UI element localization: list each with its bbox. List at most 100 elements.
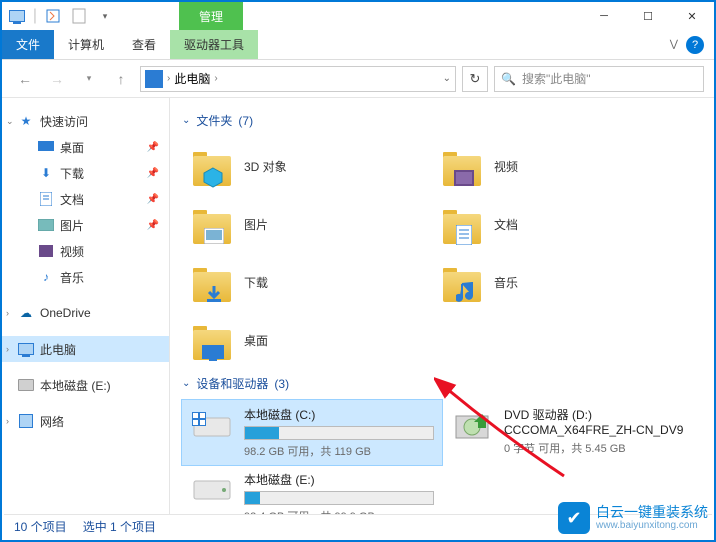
status-item-count: 10 个项目 [14,518,67,535]
qat-new-icon[interactable] [68,5,90,27]
folder-icon [440,144,484,188]
folder-label: 音乐 [494,274,518,291]
drive-stats: 0 字节 可用，共 5.45 GB [504,440,694,456]
drive-usage-bar [244,491,434,505]
star-icon: ★ [18,113,34,129]
pin-icon: 📌 [147,168,159,179]
folder-icon [440,202,484,246]
breadcrumb[interactable]: › 此电脑 › ⌄ [140,66,456,92]
folder-icon [190,260,234,304]
expand-caret-icon[interactable]: ⌄ [6,116,16,127]
minimize-button[interactable]: ─ [582,2,626,30]
documents-icon [38,191,54,207]
chevron-down-icon: ⌄ [182,115,190,126]
sidebar-this-pc[interactable]: › 此电脑 [2,336,169,362]
sidebar-quick-access[interactable]: ⌄ ★ 快速访问 [2,108,169,134]
folder-item[interactable]: 视频 [432,137,682,195]
music-icon: ♪ [38,269,54,285]
group-devices-header[interactable]: ⌄ 设备和驱动器 (3) [182,375,702,392]
folder-icon [440,260,484,304]
maximize-button[interactable]: ☐ [626,2,670,30]
network-icon [18,413,34,429]
drive-icon [190,408,234,442]
folder-icon [190,144,234,188]
sidebar-item-music[interactable]: ♪ 音乐 [2,264,169,290]
drive-usage-bar [244,426,434,440]
help-icon[interactable]: ? [686,36,704,54]
drive-name: 本地磁盘 (C:) [244,406,434,423]
videos-icon [38,243,54,259]
pin-icon: 📌 [147,194,159,205]
folder-label: 图片 [244,216,268,233]
qat-dropdown-icon[interactable]: ▾ [94,5,116,27]
pin-icon: 📌 [147,220,159,231]
ribbon-collapse-icon[interactable]: ⋁ [670,39,678,50]
downloads-icon: ⬇ [38,165,54,181]
pin-icon: 📌 [147,142,159,153]
qat-separator: | [32,5,38,27]
nav-forward-button[interactable]: → [44,66,70,92]
ribbon-tabs: 管理 文件 计算机 查看 驱动器工具 ⋁ ? [2,30,714,60]
folder-item[interactable]: 图片 [182,195,432,253]
sidebar-item-pictures[interactable]: 图片 📌 [2,212,169,238]
drive-icon [450,408,494,442]
tab-view[interactable]: 查看 [118,30,170,59]
titlebar: | ▾ 此电脑 ─ ☐ ✕ [2,2,714,30]
drive-icon [190,473,234,507]
navigation-pane: ⌄ ★ 快速访问 桌面 📌 ⬇ 下载 📌 文档 📌 图片 📌 视频 [2,98,170,516]
sidebar-local-disk-e[interactable]: 本地磁盘 (E:) [2,372,169,398]
file-tab[interactable]: 文件 [2,30,54,59]
addressbar: ← → ▾ ↑ › 此电脑 › ⌄ ↻ 🔍 搜索"此电脑" [2,60,714,98]
chevron-right-icon[interactable]: › [214,73,217,84]
folder-item[interactable]: 桌面 [182,311,432,369]
expand-caret-icon[interactable]: › [6,344,16,354]
cloud-icon: ☁ [18,305,34,321]
nav-history-dropdown[interactable]: ▾ [76,66,102,92]
folder-label: 桌面 [244,332,268,349]
folder-icon [190,202,234,246]
breadcrumb-location[interactable]: 此电脑 [174,70,210,87]
desktop-icon [38,139,54,155]
sidebar-item-desktop[interactable]: 桌面 📌 [2,134,169,160]
statusbar: 10 个项目 选中 1 个项目 [4,514,712,538]
folder-label: 视频 [494,158,518,175]
folder-label: 文档 [494,216,518,233]
folder-item[interactable]: 3D 对象 [182,137,432,195]
drive-item[interactable]: 本地磁盘 (C:)98.2 GB 可用，共 119 GB [182,400,442,465]
group-folders-header[interactable]: ⌄ 文件夹 (7) [182,112,702,129]
status-selected-count: 选中 1 个项目 [83,518,156,535]
tab-drive-tools[interactable]: 驱动器工具 [170,30,258,59]
breadcrumb-dropdown-icon[interactable]: ⌄ [443,73,451,84]
sidebar-item-videos[interactable]: 视频 [2,238,169,264]
expand-caret-icon[interactable]: › [6,416,16,426]
folder-item[interactable]: 文档 [432,195,682,253]
ribbon-context-manage: 管理 [179,2,243,30]
folder-item[interactable]: 音乐 [432,253,682,311]
nav-back-button[interactable]: ← [12,66,38,92]
chevron-right-icon[interactable]: › [167,73,170,84]
nav-up-button[interactable]: ↑ [108,66,134,92]
chevron-down-icon: ⌄ [182,378,190,389]
pc-icon [18,341,34,357]
sidebar-onedrive[interactable]: › ☁ OneDrive [2,300,169,326]
qat-pc-icon[interactable] [6,5,28,27]
content-pane: ⌄ 文件夹 (7) 3D 对象 视频图片 文档下载 音乐桌面 ⌄ 设备和驱动器 (3)… [170,98,714,516]
folder-label: 3D 对象 [244,158,287,175]
expand-caret-icon[interactable]: › [6,308,16,318]
sidebar-item-documents[interactable]: 文档 📌 [2,186,169,212]
drive-name: 本地磁盘 (E:) [244,471,434,488]
drive-item[interactable]: DVD 驱动器 (D:) CCCOMA_X64FRE_ZH-CN_DV90 字节… [442,400,702,465]
search-icon: 🔍 [501,72,516,86]
sidebar-network[interactable]: › 网络 [2,408,169,434]
refresh-button[interactable]: ↻ [462,66,488,92]
pictures-icon [38,217,54,233]
qat-properties-icon[interactable] [42,5,64,27]
close-button[interactable]: ✕ [670,2,714,30]
sidebar-item-downloads[interactable]: ⬇ 下载 📌 [2,160,169,186]
folder-item[interactable]: 下载 [182,253,432,311]
folder-icon [190,318,234,362]
tab-computer[interactable]: 计算机 [54,30,118,59]
search-input[interactable]: 🔍 搜索"此电脑" [494,66,704,92]
drive-item[interactable]: 本地磁盘 (E:)92.4 GB 可用，共 99.9 GB [182,465,442,516]
folder-label: 下载 [244,274,268,291]
